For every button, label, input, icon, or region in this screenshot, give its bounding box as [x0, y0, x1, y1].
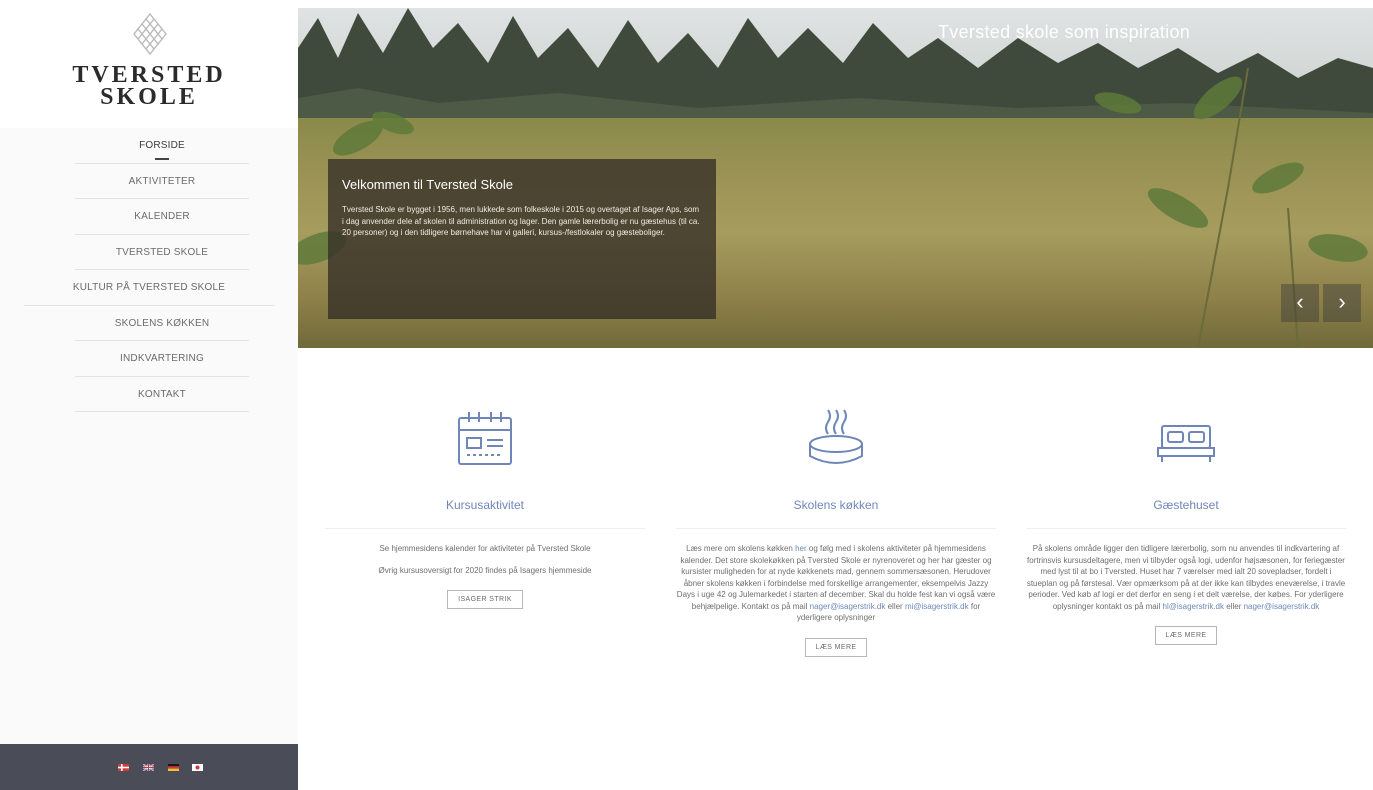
divider [1026, 528, 1346, 529]
feature-gaestehus: Gæstehuset På skolens område ligger den … [1016, 408, 1356, 645]
email-link[interactable]: mi@isagerstrik.dk [905, 602, 969, 611]
brand-name-line1: TVERSTED [72, 62, 226, 88]
nav-item-indkvartering[interactable]: INDKVARTERING [75, 341, 249, 377]
nav-item-kalender[interactable]: KALENDER [75, 199, 249, 235]
hero-caption: Tversted skole som inspiration [938, 22, 1191, 42]
feature-kokken-text-before: Læs mere om skolens køkken [686, 544, 796, 553]
feature-gaestehus-text: På skolens område ligger den tidligere l… [1016, 543, 1356, 612]
nav-item-kultur[interactable]: KULTUR PÅ TVERSTED SKOLE [24, 270, 274, 306]
email-link[interactable]: hl@isagerstrik.dk [1163, 602, 1224, 611]
nav-item-skolens-kokken[interactable]: SKOLENS KØKKEN [75, 306, 249, 341]
nav-item-tversted-skole[interactable]: TVERSTED SKOLE [75, 235, 249, 270]
feature-kokken-text: Læs mere om skolens køkken her og følg m… [666, 543, 1006, 624]
knot-emblem-icon [133, 12, 167, 56]
slider-next-button[interactable]: › [1323, 284, 1361, 322]
features-section: Kursusaktivitet Se hjemmesidens kalender… [298, 348, 1373, 790]
german-flag-icon[interactable] [168, 764, 179, 771]
feature-gaestehus-text-or: eller [1224, 601, 1244, 611]
isager-strik-button[interactable]: ISAGER STRIK [447, 590, 523, 609]
feature-kokken: Skolens køkken Læs mere om skolens køkke… [666, 408, 1006, 657]
feature-kursus-text: Se hjemmesidens kalender for aktiviteter… [315, 543, 655, 576]
gaestehus-read-more-button[interactable]: LÆS MERE [1154, 626, 1218, 645]
main-nav: FORSIDE AKTIVITETER KALENDER TVERSTED SK… [0, 128, 298, 790]
hero-welcome-box: Velkommen til Tversted Skole Tversted Sk… [328, 159, 716, 319]
language-bar [0, 744, 298, 790]
page: TVERSTED SKOLE FORSIDE AKTIVITETER KALEN… [0, 0, 1373, 790]
nav-item-aktiviteter[interactable]: AKTIVITETER [75, 164, 249, 199]
hero-box-text: Tversted Skole er bygget i 1956, men luk… [342, 205, 700, 237]
hot-dish-icon [809, 409, 863, 464]
divider [676, 528, 996, 529]
nav-item-forside[interactable]: FORSIDE [75, 128, 249, 164]
danish-flag-icon[interactable] [118, 764, 129, 771]
nav-item-kontakt[interactable]: KONTAKT [75, 377, 249, 412]
brand-name-line2: SKOLE [100, 84, 198, 110]
feature-kursus-title: Kursusaktivitet [445, 498, 525, 512]
japanese-flag-icon[interactable] [192, 764, 203, 771]
feature-kursus: Kursusaktivitet Se hjemmesidens kalender… [315, 408, 655, 609]
hero-slider: Tversted skole som inspiration Velkommen… [298, 8, 1373, 348]
divider [325, 528, 645, 529]
kokken-her-link[interactable]: her [795, 544, 807, 553]
bed-icon [1157, 425, 1215, 462]
brand-name: TVERSTED SKOLE [0, 62, 298, 110]
hero-box-title: Velkommen til Tversted Skole [342, 177, 513, 192]
feature-kursus-text-2: Øvrig kursusoversigt for 2020 findes på … [378, 565, 592, 575]
kokken-read-more-button[interactable]: LÆS MERE [804, 637, 868, 657]
feature-kursus-text-1: Se hjemmesidens kalender for aktiviteter… [379, 544, 591, 553]
email-link[interactable]: nager@isagerstrik.dk [1244, 602, 1320, 611]
logo[interactable]: TVERSTED SKOLE [0, 0, 298, 128]
calendar-icon [458, 412, 512, 465]
email-link[interactable]: nager@isagerstrik.dk [810, 602, 886, 611]
slider-prev-button[interactable]: ‹ [1281, 284, 1319, 322]
sidebar: TVERSTED SKOLE FORSIDE AKTIVITETER KALEN… [0, 0, 298, 790]
feature-gaestehus-title: Gæstehuset [1153, 498, 1219, 512]
feature-kokken-title: Skolens køkken [793, 498, 879, 512]
feature-kokken-text-or: eller [885, 601, 905, 611]
uk-flag-icon[interactable] [143, 764, 154, 771]
